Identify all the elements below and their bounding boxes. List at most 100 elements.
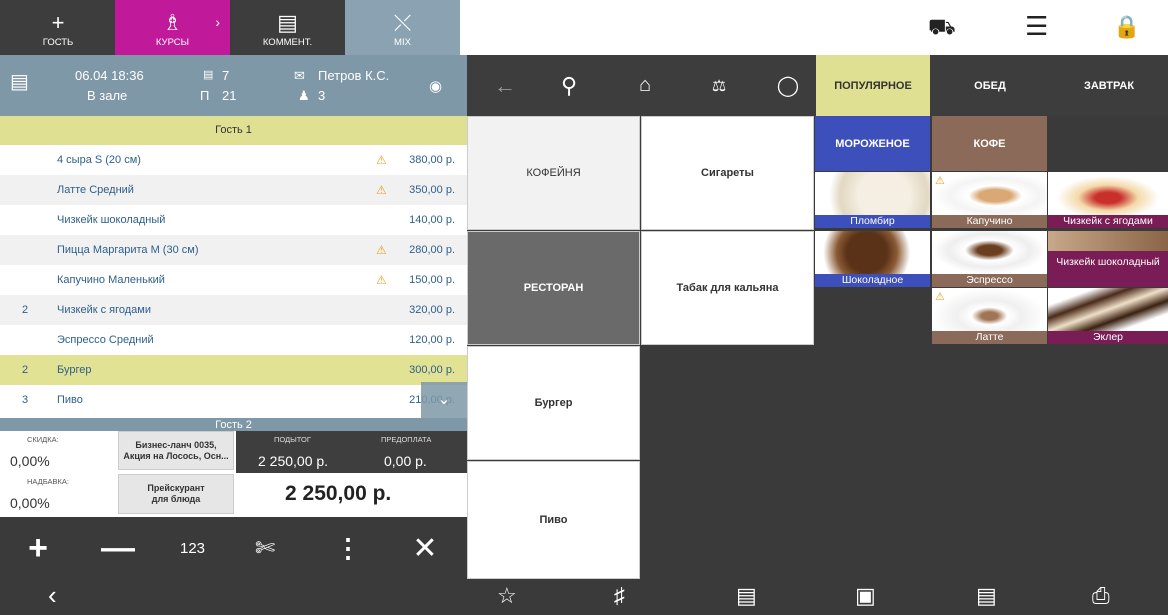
order-item[interactable]: 3Пиво210,00 р. <box>0 385 467 415</box>
persons-count: 3 <box>318 88 326 103</box>
person-icon: ♟ <box>298 88 310 103</box>
order-list: Гость 1 4 сыра S (20 см) ⚠ 380,00 р. Латте… <box>0 116 467 431</box>
subtotal-value: 2 250,00 р. <box>258 453 329 469</box>
subcategory-icecream[interactable]: МОРОЖЕНОЕ <box>815 116 930 171</box>
category-burger[interactable]: Бургер <box>467 346 640 460</box>
order-item[interactable]: Капучино Маленький ⚠ 150,00 р. <box>0 265 467 295</box>
split-button[interactable]: ✄ <box>245 517 285 579</box>
mix-button[interactable]: ⤬ MIX <box>345 0 460 55</box>
product-eclair[interactable]: Эклер <box>1048 288 1168 344</box>
waiter-name: Петров К.С. <box>318 68 390 83</box>
home-icon: ⌂ <box>638 74 652 96</box>
top-toolbar: + ГОСТЬ ♗ КУРСЫ › ▤ КОММЕНТ. ⤬ MIX <box>0 0 460 55</box>
delete-button[interactable]: ✕ <box>405 517 445 579</box>
back-button[interactable]: ← <box>485 55 525 116</box>
tab-popular[interactable]: ПОПУЛЯРНОЕ <box>816 55 930 116</box>
order-item[interactable]: 4 сыра S (20 см) ⚠ 380,00 р. <box>0 145 467 175</box>
plus-icon: + <box>51 10 65 35</box>
order-item[interactable]: 2 Чизкейк с ягодами 320,00 р. <box>0 295 467 325</box>
product-chocolate-cheesecake[interactable]: Чизкейк шоколадный <box>1048 231 1168 287</box>
scale-icon: ⚖ <box>711 77 727 95</box>
restaurant-timer-icon[interactable]: ♯ <box>614 583 625 609</box>
guests-icon: ▤ <box>203 69 214 81</box>
product-image <box>815 172 930 215</box>
subtotal-label: ПОДЫТОГ <box>274 435 311 444</box>
category-hookah-tobacco[interactable]: Табак для кальяна <box>641 231 814 345</box>
minus-icon: — <box>101 528 135 567</box>
chevron-down-icon: ⌄ <box>437 391 451 408</box>
discount-label: СКИДКА: <box>27 435 59 444</box>
refresh-icon: ◯ <box>776 75 800 97</box>
refresh-button[interactable]: ◯ <box>768 55 808 116</box>
order-item-selected[interactable]: 2 Бургер 300,00 р. <box>0 355 467 385</box>
chevron-left-icon[interactable]: ‹ <box>48 580 57 611</box>
order-item[interactable]: Латте Средний ⚠ 350,00 р. <box>0 175 467 205</box>
calculator-icon[interactable]: ▤ <box>736 583 757 609</box>
scale-button[interactable]: ⚖ <box>699 55 739 116</box>
courses-button[interactable]: ♗ КУРСЫ › <box>115 0 230 55</box>
printer-icon[interactable]: ⎙ <box>1092 583 1110 609</box>
product-chocolate-icecream[interactable]: Шоколадное <box>815 231 930 287</box>
discount-value[interactable]: 0,00% <box>10 453 50 469</box>
arrow-left-icon: ← <box>494 72 516 98</box>
bottom-toolbar: ‹ ☆ ♯ ▤ ▣ ▤ ⎙ <box>0 579 1168 615</box>
category-cafe[interactable]: КОФЕЙНЯ <box>467 116 640 230</box>
product-image <box>1048 231 1168 251</box>
product-image <box>932 288 1047 331</box>
order-info-header: ▤ 06.04 18:36 В зале ▤ 7 Π 21 ✉ Петров К… <box>0 55 467 116</box>
product-plombir[interactable]: Пломбир <box>815 172 930 228</box>
markup-value[interactable]: 0,00% <box>10 495 50 511</box>
pricelist-button[interactable]: Прейскурант для блюда <box>118 474 234 514</box>
more-button[interactable]: ⋮ <box>328 517 368 579</box>
menu-icon[interactable]: ☰ <box>1025 11 1048 42</box>
product-image <box>932 172 1047 215</box>
tab-lunch[interactable]: ОБЕД <box>932 55 1048 116</box>
shuffle-icon: ⤬ <box>393 10 412 35</box>
scissors-icon: ✄ <box>254 534 276 562</box>
markup-label: НАДБАВКА: <box>27 477 69 486</box>
product-cappuccino[interactable]: ⚠ Капучино <box>932 172 1047 228</box>
total-amount: 2 250,00 р. <box>285 482 392 505</box>
product-latte[interactable]: ⚠ Латте <box>932 288 1047 344</box>
product-espresso[interactable]: Эспрессо <box>932 231 1047 287</box>
guest-header[interactable]: Гость 1 <box>0 116 467 145</box>
chef-hat-icon: ♗ <box>162 10 183 35</box>
product-berry-cheesecake[interactable]: Чизкейк с ягодами <box>1048 172 1168 228</box>
plus-icon: + <box>28 528 48 567</box>
category-restaurant[interactable]: РЕСТОРАН <box>467 231 640 345</box>
lock-icon[interactable]: 🔒 <box>1113 14 1140 40</box>
promo-button[interactable]: Бизнес-ланч 0035, Акция на Лосось, Осн..… <box>118 431 234 470</box>
delivery-truck-icon[interactable]: ⛟ <box>928 14 956 43</box>
quantity-keypad-button[interactable]: 123 <box>170 517 215 579</box>
cash-drawer-icon[interactable]: ▣ <box>855 583 876 609</box>
product-image <box>1048 172 1168 215</box>
subcategory-coffee[interactable]: КОФЕ <box>932 116 1047 171</box>
order-datetime: 06.04 18:36 <box>75 68 144 83</box>
warning-icon: ⚠ <box>376 153 387 167</box>
category-beer[interactable]: Пиво <box>467 461 640 579</box>
decrease-button[interactable]: — <box>98 517 138 579</box>
star-icon[interactable]: ☆ <box>497 583 517 609</box>
guest-header[interactable]: Гость 2 <box>0 418 467 431</box>
order-receipt-icon: ▤ <box>10 71 29 93</box>
home-button[interactable]: ⌂ <box>625 55 665 116</box>
subtotal-panel: ПОДЫТОГ 2 250,00 р. ПРЕДОПЛАТА 0,00 р. <box>236 431 467 473</box>
tab-breakfast[interactable]: ЗАВТРАК <box>1050 55 1168 116</box>
search-button[interactable]: ⚲ <box>549 55 589 116</box>
more-vertical-icon: ⋮ <box>335 532 361 563</box>
order-item[interactable]: Чизкейк шоколадный 140,00 р. <box>0 205 467 235</box>
increase-button[interactable]: + <box>18 517 58 579</box>
order-location: В зале <box>87 88 128 103</box>
close-icon: ✕ <box>412 531 438 565</box>
receipt-icon[interactable]: ▤ <box>976 583 997 609</box>
order-item[interactable]: Эспрессо Средний 120,00 р. <box>0 325 467 355</box>
scroll-down-button[interactable]: ⌄ <box>421 382 467 418</box>
order-item[interactable]: Пицца Маргарита М (30 см) ⚠ 280,00 р. <box>0 235 467 265</box>
guests-count: 7 <box>222 68 230 83</box>
comment-button[interactable]: ▤ КОММЕНТ. <box>230 0 345 55</box>
eye-icon[interactable]: ◉ <box>429 77 442 95</box>
add-guest-button[interactable]: + ГОСТЬ <box>8 0 108 55</box>
category-cigarettes[interactable]: Сигареты <box>641 116 814 230</box>
comment-icon: ▤ <box>277 10 298 35</box>
waiter-icon: ✉ <box>294 68 305 83</box>
